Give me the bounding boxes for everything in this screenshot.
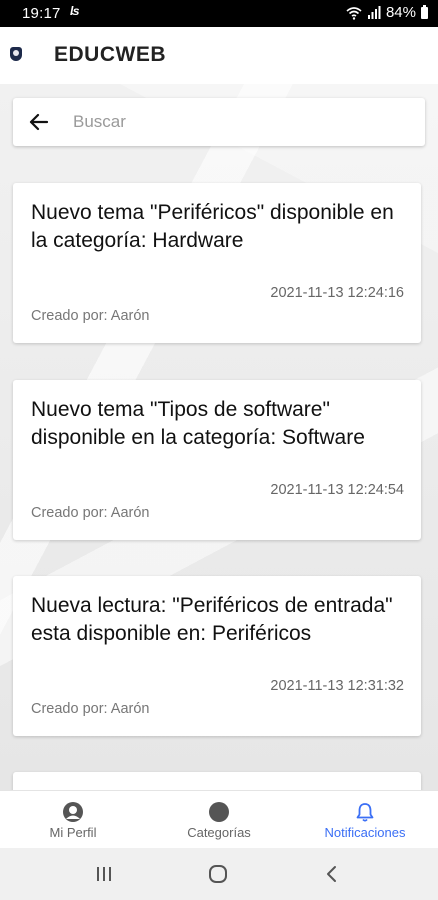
bottom-navigation: Mi Perfil Categorías Notificaciones — [0, 790, 438, 849]
notification-card[interactable]: Nuevo tema "Periféricos" disponible en l… — [13, 183, 421, 343]
system-navigation-bar — [0, 848, 438, 900]
notification-card-partial[interactable] — [13, 772, 421, 790]
bell-icon — [356, 803, 374, 822]
battery-icon — [421, 4, 428, 19]
app-bar: EDUCWEB — [0, 27, 438, 84]
notification-title: Nueva lectura: "Periféricos de entrada" … — [31, 594, 393, 645]
search-bar — [13, 98, 425, 146]
notification-card[interactable]: Nuevo tema "Tipos de software" disponibl… — [13, 380, 421, 540]
nav-item-profile[interactable]: Mi Perfil — [0, 791, 146, 849]
notification-title: Nuevo tema "Tipos de software" disponibl… — [31, 398, 365, 449]
search-input[interactable] — [71, 110, 413, 134]
notification-author: Creado por: Aarón — [31, 701, 150, 717]
notifications-list[interactable]: Nuevo tema "Periféricos" disponible en l… — [0, 84, 438, 790]
notification-card[interactable]: Nueva lectura: "Periféricos de entrada" … — [13, 576, 421, 736]
status-right-group: 84% — [346, 4, 428, 21]
circle-icon — [209, 802, 229, 822]
wifi-icon — [346, 6, 362, 20]
signal-icon — [367, 6, 381, 19]
back-arrow-icon[interactable] — [27, 110, 51, 134]
app-title: EDUCWEB — [54, 43, 166, 66]
notification-date: 2021-11-13 12:24:16 — [270, 285, 404, 301]
notification-date: 2021-11-13 12:31:32 — [270, 678, 404, 694]
home-icon[interactable] — [206, 862, 230, 886]
notification-author: Creado por: Aarón — [31, 308, 150, 324]
nav-label-notifications: Notificaciones — [324, 825, 406, 840]
notification-author: Creado por: Aarón — [31, 505, 150, 521]
notification-date: 2021-11-13 12:24:54 — [270, 482, 404, 498]
nav-label-profile: Mi Perfil — [49, 825, 97, 840]
status-bar: 19:17 ʪ 84% — [0, 0, 438, 27]
status-time: 19:17 — [22, 5, 61, 22]
profile-icon — [63, 802, 83, 822]
nav-label-categories: Categorías — [187, 825, 251, 840]
nav-item-categories[interactable]: Categorías — [146, 791, 292, 849]
notification-icon: ʪ — [70, 4, 80, 18]
system-back-icon[interactable] — [320, 862, 344, 886]
nav-item-notifications[interactable]: Notificaciones — [292, 791, 438, 849]
app-logo — [10, 47, 22, 61]
recent-apps-icon[interactable] — [92, 862, 116, 886]
battery-percentage: 84% — [385, 4, 416, 21]
notification-title: Nuevo tema "Periféricos" disponible en l… — [31, 201, 394, 252]
